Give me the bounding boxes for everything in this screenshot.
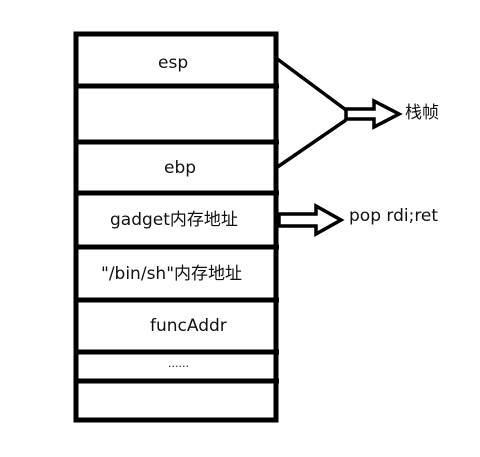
frame-bracket-top: [274, 56, 348, 112]
stack-diagram: esp ebp gadget内存地址 "/bin/sh"内存地址 funcAdd…: [0, 0, 480, 453]
cell-ellipsis-label: ......: [168, 357, 189, 370]
pop-rdi-ret-label: pop rdi;ret: [349, 206, 439, 226]
cell-gadget-address-label: gadget内存地址: [110, 210, 238, 230]
stack-frame-label: 栈帧: [405, 103, 439, 123]
cell-funcaddr-label: funcAddr: [150, 316, 227, 336]
cell-ebp-label: ebp: [164, 158, 197, 178]
cell-esp-label: esp: [158, 53, 189, 73]
stack-diagram-svg: [73, 31, 403, 423]
frame-arrow-icon: [344, 98, 403, 130]
gadget-arrow-icon: [277, 203, 345, 237]
cell-binsh-address-label: "/bin/sh"内存地址: [101, 264, 243, 284]
frame-bracket-bottom: [275, 118, 347, 170]
